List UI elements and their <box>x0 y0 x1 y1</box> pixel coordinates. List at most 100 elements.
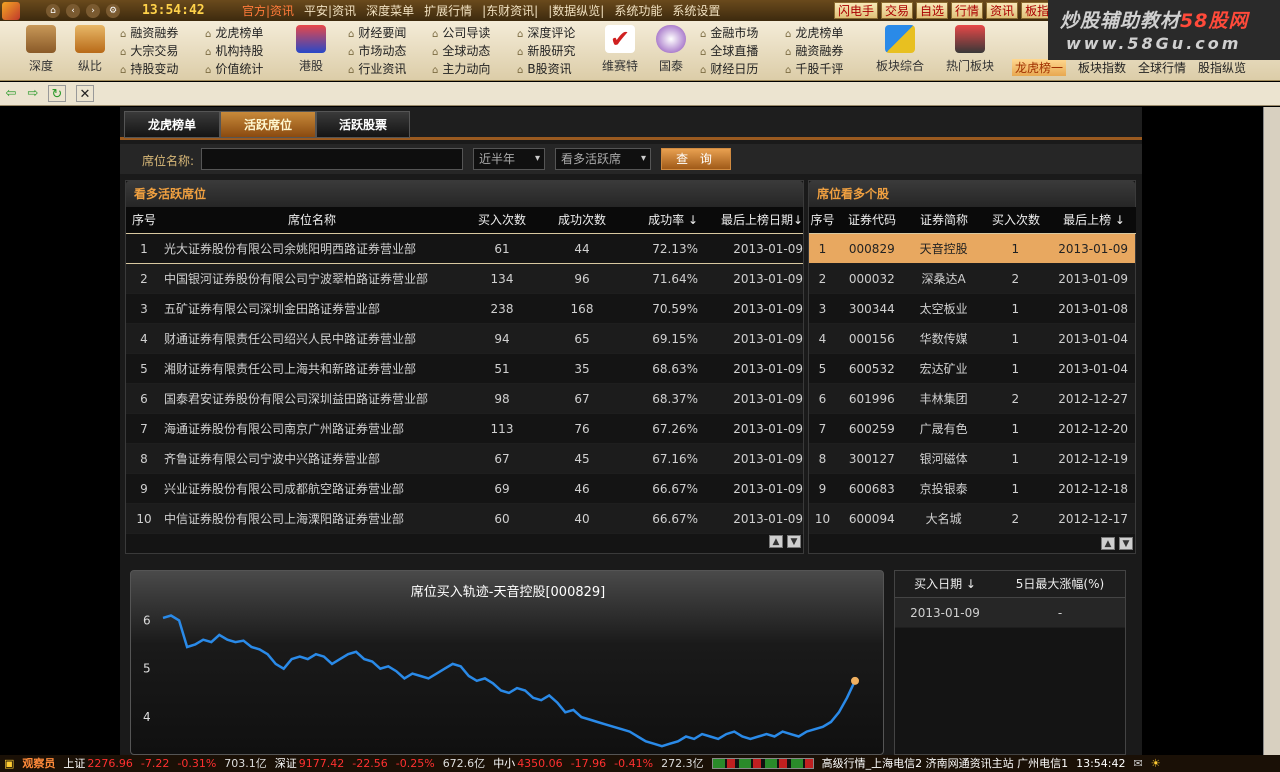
toolbar-link[interactable]: 新股研究 <box>517 43 575 59</box>
table-row[interactable]: 1 000829 天音控股 1 2013-01-09 <box>809 234 1135 264</box>
scroll-up-icon[interactable]: ▲ <box>769 535 783 548</box>
quick-button-lightning[interactable]: 闪电手 <box>834 2 879 19</box>
table-row[interactable]: 8 齐鲁证券有限公司宁波中兴路证券营业部 67 45 67.16% 2013-01-09 <box>126 444 803 474</box>
toolbar-link[interactable]: B股资讯 <box>517 61 575 77</box>
buy-marker[interactable] <box>851 676 859 685</box>
tab-dragon-tiger-list[interactable]: 龙虎榜单 <box>124 111 220 138</box>
tab-global-quotes[interactable]: 全球行情 <box>1138 59 1186 76</box>
toolbar-link[interactable]: 深度评论 <box>517 25 575 41</box>
toolbar-link[interactable]: 龙虎榜单 <box>785 25 843 41</box>
quick-button-quotes[interactable]: 行情 <box>951 2 984 19</box>
column-header[interactable]: 买入次数 <box>980 207 1052 233</box>
column-header[interactable]: 买入日期 ↓ <box>895 571 995 597</box>
toolbar-link[interactable]: 持股变动 <box>120 61 178 77</box>
column-header[interactable]: 5日最大涨幅(%) <box>995 571 1125 597</box>
settings-icon[interactable]: ⚙ <box>106 3 120 18</box>
toolbar-deep[interactable]: 深度 <box>24 25 58 74</box>
table-row[interactable]: 2 000032 深桑达A 2 2013-01-09 <box>809 264 1135 294</box>
table-row[interactable]: 4 财通证券有限责任公司绍兴人民中路证券营业部 94 65 69.15% 2013-01-… <box>126 324 803 354</box>
mail-icon[interactable]: ✉ <box>1133 755 1142 772</box>
menu-deep[interactable]: 深度菜单 <box>366 2 414 19</box>
toolbar-link[interactable]: 融资融券 <box>120 25 178 41</box>
table-row[interactable]: 10 中信证券股份有限公司上海溧阳路证券营业部 60 40 66.67% 2013-01-… <box>126 504 803 534</box>
menu-extended[interactable]: 扩展行情 <box>424 2 472 19</box>
toolbar-link[interactable]: 龙虎榜单 <box>205 25 263 41</box>
toolbar-hk[interactable]: 港股 <box>294 25 328 74</box>
column-header[interactable]: 买入次数 <box>462 207 542 233</box>
table-row[interactable]: 5 600532 宏达矿业 1 2013-01-04 <box>809 354 1135 384</box>
toolbar-link[interactable]: 财经要闻 <box>348 25 406 41</box>
toolbar-hot-sectors[interactable]: 热门板块 <box>944 25 996 74</box>
seat-name-input[interactable] <box>201 148 463 170</box>
tab-active-stocks[interactable]: 活跃股票 <box>316 111 410 138</box>
table-row[interactable]: 5 湘财证券有限责任公司上海共和新路证券营业部 51 35 68.63% 2013-01-… <box>126 354 803 384</box>
forward-arrow-icon[interactable]: ⇨ <box>24 85 42 102</box>
tab-active-seats[interactable]: 活跃席位 <box>220 111 316 138</box>
back-arrow-icon[interactable]: ⇦ <box>2 85 20 102</box>
toolbar-link[interactable]: 行业资讯 <box>348 61 406 77</box>
toolbar-sector-overview[interactable]: 板块综合 <box>874 25 926 74</box>
scroll-up-icon[interactable]: ▲ <box>1101 537 1115 550</box>
toolbar-link[interactable]: 公司导读 <box>432 25 490 41</box>
table-row[interactable]: 3 五矿证券有限公司深圳金田路证券营业部 238 168 70.59% 2013-01-0… <box>126 294 803 324</box>
toolbar-link[interactable]: 融资融券 <box>785 43 843 59</box>
table-row[interactable]: 8 300127 银河磁体 1 2012-12-19 <box>809 444 1135 474</box>
toolbar-link[interactable]: 大宗交易 <box>120 43 178 59</box>
back-icon[interactable]: ‹ <box>66 3 80 18</box>
scroll-down-icon[interactable]: ▼ <box>1119 537 1133 550</box>
column-header[interactable]: 证券简称 <box>908 207 980 233</box>
table-row[interactable]: 9 兴业证券股份有限公司成都航空路证券营业部 69 46 66.67% 2013-01-0… <box>126 474 803 504</box>
toolbar-link[interactable]: 全球动态 <box>432 43 490 59</box>
tab-index-overview[interactable]: 股指纵览 <box>1198 59 1246 76</box>
table-row[interactable]: 1 光大证券股份有限公司余姚阳明西路证券营业部 61 44 72.13% 2013-01-… <box>126 234 803 264</box>
menu-eastmoney[interactable]: |东财资讯| <box>482 2 538 19</box>
quick-button-trade[interactable]: 交易 <box>881 2 914 19</box>
menu-data[interactable]: |数据纵览| <box>548 2 604 19</box>
table-row[interactable]: 2 中国银河证券股份有限公司宁波翠柏路证券营业部 134 96 71.64% 2013-0… <box>126 264 803 294</box>
table-row[interactable]: 4 000156 华数传媒 1 2013-01-04 <box>809 324 1135 354</box>
column-header[interactable]: 最后上榜日期↓ <box>698 207 803 233</box>
column-header[interactable]: 成功次数 <box>542 207 622 233</box>
column-header[interactable]: 序号 <box>809 207 836 233</box>
menu-pingan-news[interactable]: 平安|资讯 <box>304 2 356 19</box>
forward-icon[interactable]: › <box>86 3 100 18</box>
query-button[interactable]: 查 询 <box>661 148 731 170</box>
scroll-down-icon[interactable]: ▼ <box>787 535 801 548</box>
toolbar-compare[interactable]: 纵比 <box>72 25 108 74</box>
table-row[interactable]: 3 300344 太空板业 1 2013-01-08 <box>809 294 1135 324</box>
toolbar-guotai[interactable]: 国泰 <box>656 25 686 74</box>
period-select[interactable]: 近半年 <box>473 148 545 170</box>
menu-system-functions[interactable]: 系统功能 <box>614 2 662 19</box>
mode-select[interactable]: 看多活跃席 <box>555 148 651 170</box>
column-header[interactable]: 证券代码 <box>836 207 908 233</box>
toolbar-link[interactable]: 全球直播 <box>700 43 758 59</box>
toolbar-link[interactable]: 财经日历 <box>700 61 758 77</box>
page-scrollbar[interactable] <box>1263 107 1280 755</box>
toolbar-link[interactable]: 千股千评 <box>785 61 843 77</box>
table-row[interactable]: 7 600259 广晟有色 1 2012-12-20 <box>809 414 1135 444</box>
menu-official-news[interactable]: 官方|资讯 <box>242 2 294 19</box>
column-header[interactable]: 最后上榜 ↓ <box>1052 207 1136 233</box>
toolbar-link[interactable]: 机构持股 <box>205 43 263 59</box>
home-icon[interactable]: ⌂ <box>46 3 60 18</box>
table-row[interactable]: 6 国泰君安证券股份有限公司深圳益田路证券营业部 98 67 68.37% 2013-01… <box>126 384 803 414</box>
menu-system-settings[interactable]: 系统设置 <box>672 2 720 19</box>
toolbar-link[interactable]: 主力动向 <box>432 61 490 77</box>
table-row[interactable]: 10 600094 大名城 2 2012-12-17 <box>809 504 1135 534</box>
tab-sector-index[interactable]: 板块指数 <box>1078 59 1126 76</box>
table-row[interactable]: 7 海通证券股份有限公司南京广州路证券营业部 113 76 67.26% 2013-01-… <box>126 414 803 444</box>
table-row[interactable]: 9 600683 京投银泰 1 2012-12-18 <box>809 474 1135 504</box>
table-row[interactable]: 2013-01-09 - <box>895 598 1125 628</box>
bulb-icon[interactable]: ☀ <box>1151 755 1161 772</box>
column-header[interactable]: 成功率 ↓ <box>622 207 698 233</box>
tab-dragon-tiger[interactable]: 龙虎榜一 <box>1012 59 1067 76</box>
toolbar-vista[interactable]: ✔ 维赛特 <box>598 25 642 74</box>
column-header[interactable]: 席位名称 <box>162 207 462 233</box>
toolbar-link[interactable]: 金融市场 <box>700 25 758 41</box>
close-icon[interactable]: ✕ <box>76 85 94 102</box>
toolbar-link[interactable]: 价值统计 <box>205 61 263 77</box>
refresh-icon[interactable]: ↻ <box>48 85 66 102</box>
toolbar-link[interactable]: 市场动态 <box>348 43 406 59</box>
table-row[interactable]: 6 601996 丰林集团 2 2012-12-27 <box>809 384 1135 414</box>
quick-button-news[interactable]: 资讯 <box>986 2 1019 19</box>
